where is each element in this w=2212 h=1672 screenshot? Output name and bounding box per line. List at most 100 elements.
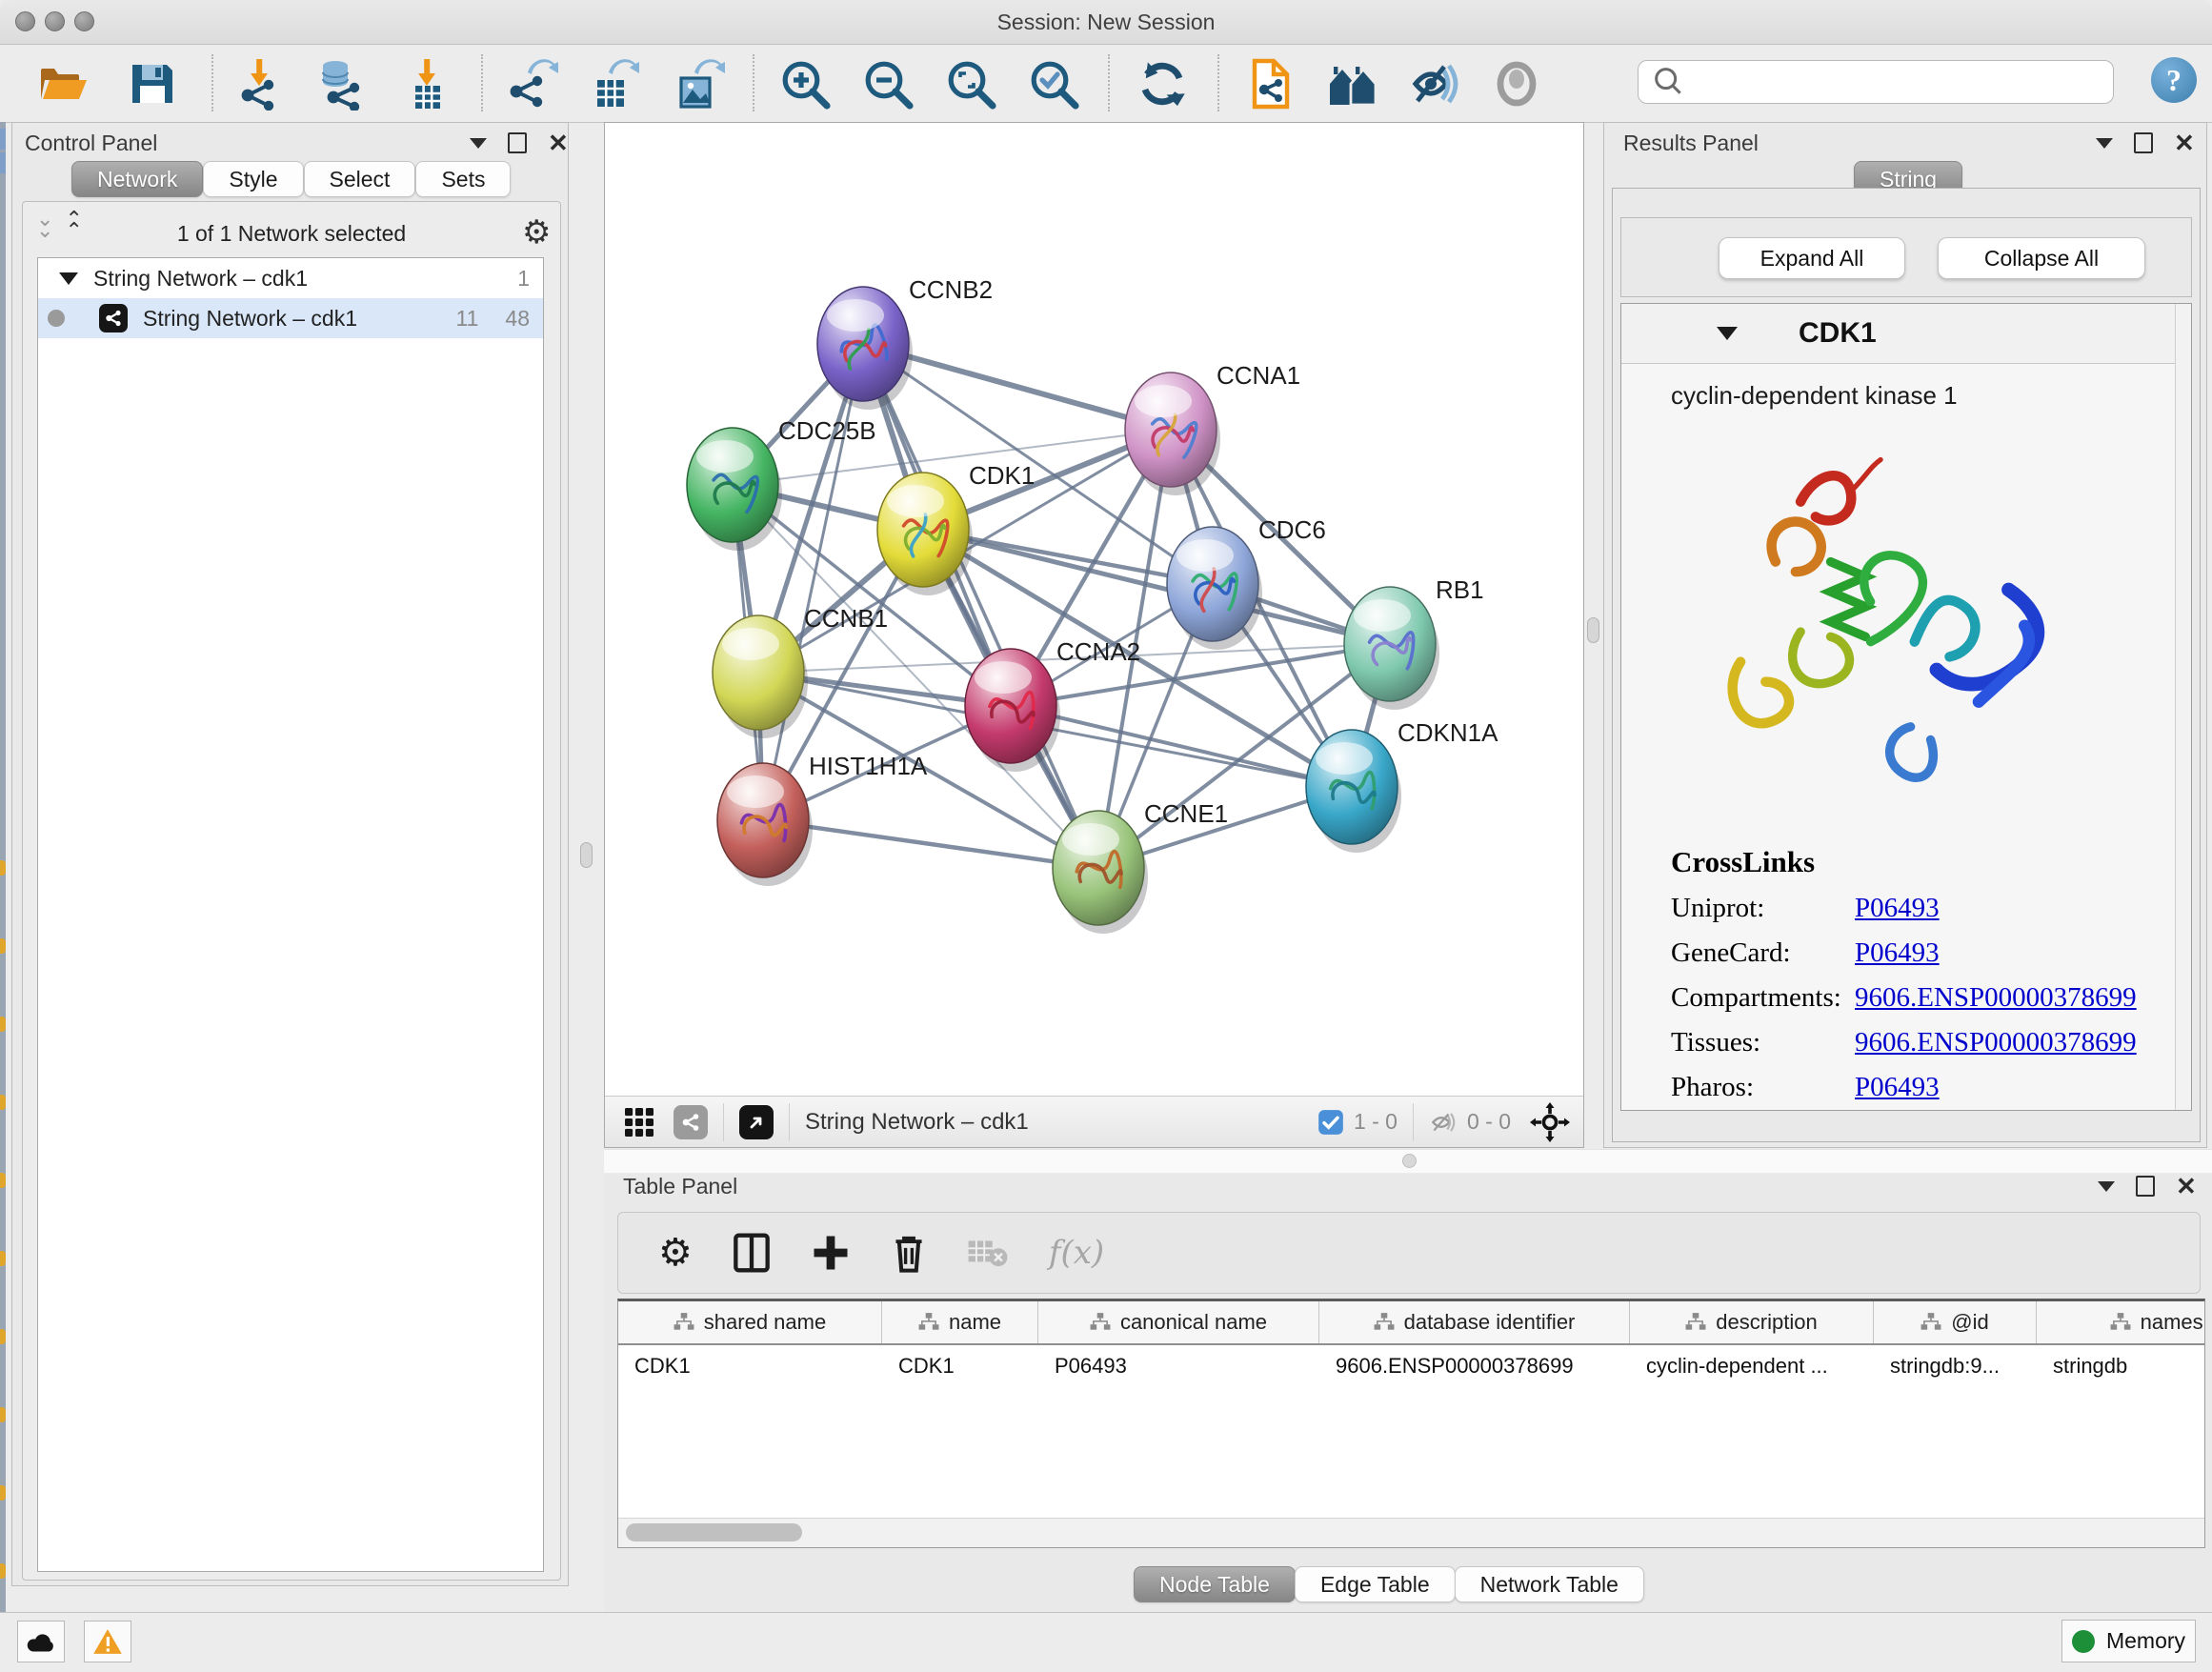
panel-menu-icon[interactable] xyxy=(2096,138,2113,149)
add-column-icon[interactable] xyxy=(811,1233,851,1273)
fit-crosshair-icon[interactable] xyxy=(1530,1102,1570,1142)
network-node-RB1[interactable] xyxy=(1344,587,1436,701)
network-options-gear-icon[interactable]: ⚙ xyxy=(522,213,551,252)
column-header-shared-name[interactable]: shared name xyxy=(618,1301,882,1343)
string-view-icon[interactable] xyxy=(674,1105,708,1139)
crosslink-link[interactable]: 9606.ENSP00000378699 xyxy=(1855,1027,2137,1058)
network-edge[interactable] xyxy=(1011,706,1352,787)
panel-float-icon[interactable] xyxy=(508,132,527,153)
network-edge[interactable] xyxy=(763,820,1098,868)
panel-close-icon[interactable]: ✕ xyxy=(2174,133,2195,152)
panel-menu-icon[interactable] xyxy=(470,138,487,149)
network-node-CDC25B[interactable] xyxy=(687,428,778,542)
network-node-CCNB1[interactable] xyxy=(713,615,804,730)
network-node-HIST1H1A[interactable] xyxy=(717,763,809,877)
table-cell[interactable]: stringdb:9... xyxy=(1874,1354,2037,1379)
horizontal-splitter-handle[interactable] xyxy=(1402,1154,1417,1168)
gene-section-header[interactable]: CDK1 xyxy=(1621,304,2191,364)
panel-float-icon[interactable] xyxy=(2134,132,2153,153)
network-node-CDK1[interactable] xyxy=(877,473,969,587)
network-edge[interactable] xyxy=(763,344,863,820)
export-table-button[interactable] xyxy=(583,52,646,115)
table-cell[interactable]: P06493 xyxy=(1038,1354,1319,1379)
zoom-in-button[interactable] xyxy=(774,52,836,115)
crosslink-link[interactable]: P06493 xyxy=(1855,1072,1940,1103)
table-cell[interactable]: CDK1 xyxy=(618,1354,882,1379)
node-table[interactable]: shared namenamecanonical namedatabase id… xyxy=(617,1299,2205,1548)
crosslink-link[interactable]: 9606.ENSP00000378699 xyxy=(1855,982,2137,1014)
column-header-description[interactable]: description xyxy=(1630,1301,1874,1343)
zoom-selected-button[interactable] xyxy=(1022,52,1085,115)
network-node-CCNB2[interactable] xyxy=(817,287,909,401)
export-network-button[interactable] xyxy=(500,52,563,115)
panel-close-icon[interactable]: ✕ xyxy=(548,133,569,152)
tab-edge-table[interactable]: Edge Table xyxy=(1295,1566,1456,1602)
panel-close-icon[interactable]: ✕ xyxy=(2176,1177,2197,1196)
import-network-from-file-button[interactable] xyxy=(228,52,291,115)
crosslink-link[interactable]: P06493 xyxy=(1855,937,1940,969)
network-edge[interactable] xyxy=(863,344,1098,868)
grid-view-icon[interactable] xyxy=(622,1105,656,1139)
network-node-CDC6[interactable] xyxy=(1167,527,1258,641)
search-field[interactable] xyxy=(1638,60,2114,104)
vertical-splitter-handle[interactable] xyxy=(580,842,593,868)
table-cell[interactable]: stringdb xyxy=(2037,1354,2205,1379)
export-image-button[interactable] xyxy=(667,52,730,115)
help-button[interactable]: ? xyxy=(2151,57,2197,103)
birdseye-view-icon[interactable] xyxy=(739,1105,774,1139)
cloud-button[interactable] xyxy=(17,1621,65,1662)
panel-menu-icon[interactable] xyxy=(2098,1181,2115,1192)
show-columns-icon[interactable] xyxy=(733,1232,771,1274)
houses-button[interactable] xyxy=(1321,52,1384,115)
vertical-splitter-handle[interactable] xyxy=(1587,617,1599,643)
network-node-CDKN1A[interactable] xyxy=(1306,730,1398,844)
hide-selected-button[interactable] xyxy=(1403,52,1466,115)
delete-column-icon[interactable] xyxy=(891,1232,927,1274)
import-network-from-database-button[interactable] xyxy=(310,52,372,115)
expand-all-button[interactable]: Expand All xyxy=(1719,237,1905,279)
tab-style[interactable]: Style xyxy=(203,161,303,197)
column-header--id[interactable]: @id xyxy=(1874,1301,2037,1343)
network-node-CCNA1[interactable] xyxy=(1125,373,1217,487)
tab-network-table[interactable]: Network Table xyxy=(1455,1566,1644,1602)
tree-expand-icon[interactable] xyxy=(59,272,78,285)
collapse-all-button[interactable]: Collapse All xyxy=(1938,237,2145,279)
network-row-selected[interactable]: String Network – cdk1 11 48 xyxy=(38,298,543,338)
refresh-button[interactable] xyxy=(1131,52,1194,115)
open-session-button[interactable] xyxy=(30,52,93,115)
network-node-CCNE1[interactable] xyxy=(1053,811,1144,925)
column-header-name[interactable]: name xyxy=(882,1301,1038,1343)
show-all-button[interactable] xyxy=(1485,52,1548,115)
table-hscrollbar[interactable] xyxy=(618,1518,2204,1547)
delete-table-icon[interactable] xyxy=(967,1237,1009,1269)
tab-network[interactable]: Network xyxy=(71,161,203,197)
section-collapse-icon[interactable] xyxy=(1717,327,1738,340)
network-node-CCNA2[interactable] xyxy=(965,649,1056,763)
panel-float-icon[interactable] xyxy=(2136,1176,2155,1197)
table-cell[interactable]: cyclin-dependent ... xyxy=(1630,1354,1874,1379)
column-header-database-identifier[interactable]: database identifier xyxy=(1319,1301,1630,1343)
table-options-gear-icon[interactable]: ⚙ xyxy=(658,1231,693,1275)
column-header-namespace[interactable]: namespace xyxy=(2037,1301,2205,1343)
zoom-out-button[interactable] xyxy=(856,52,919,115)
results-scrollbar-track[interactable] xyxy=(2175,304,2191,1110)
tab-select[interactable]: Select xyxy=(304,161,416,197)
hidden-eye-slash-icon[interactable] xyxy=(1429,1108,1458,1137)
import-table-from-file-button[interactable] xyxy=(395,52,458,115)
table-cell[interactable]: CDK1 xyxy=(882,1354,1038,1379)
network-collection-row[interactable]: String Network – cdk1 1 xyxy=(38,258,543,298)
zoom-fit-button[interactable] xyxy=(939,52,1002,115)
table-cell[interactable]: 9606.ENSP00000378699 xyxy=(1319,1354,1630,1379)
save-session-button[interactable] xyxy=(120,52,183,115)
crosslink-link[interactable]: P06493 xyxy=(1855,893,1940,924)
memory-button[interactable]: Memory xyxy=(2061,1620,2196,1662)
network-canvas[interactable]: CCNB2CCNA1CDC25BCDK1CDC6RB1CCNB1CCNA2CDK… xyxy=(605,123,1583,1096)
selected-checkbox-icon[interactable] xyxy=(1317,1109,1344,1136)
function-builder-button[interactable]: f(x) xyxy=(1049,1234,1104,1272)
table-row[interactable]: CDK1CDK1P064939606.ENSP00000378699cyclin… xyxy=(618,1345,2204,1387)
tab-sets[interactable]: Sets xyxy=(415,161,511,197)
column-header-canonical-name[interactable]: canonical name xyxy=(1038,1301,1319,1343)
table-hscrollbar-thumb[interactable] xyxy=(626,1523,802,1541)
tab-node-table[interactable]: Node Table xyxy=(1134,1566,1296,1602)
warnings-button[interactable] xyxy=(84,1621,131,1662)
